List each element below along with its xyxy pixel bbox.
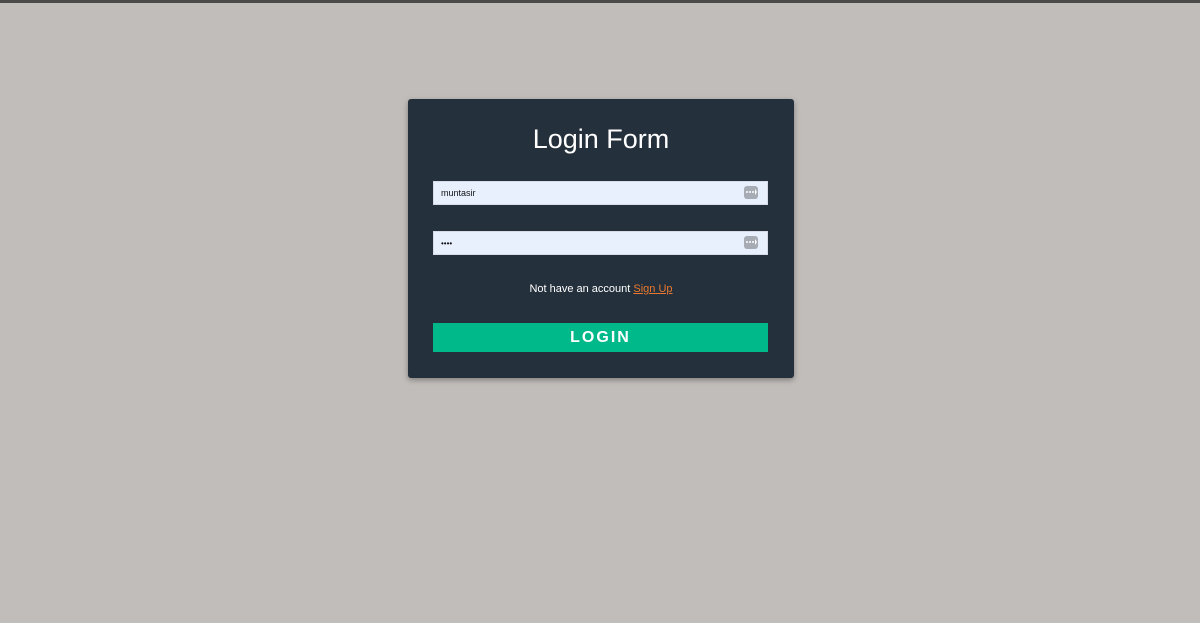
login-card: Login Form Not have an account Sign Up L… — [408, 99, 794, 378]
username-field[interactable] — [433, 181, 768, 205]
browser-top-edge — [0, 0, 1200, 3]
signup-prompt: Not have an account Sign Up — [408, 282, 794, 296]
signup-prompt-text: Not have an account — [529, 283, 631, 295]
form-title: Login Form — [532, 124, 670, 154]
password-field[interactable] — [433, 231, 768, 255]
username-input[interactable] — [434, 182, 739, 204]
password-input[interactable] — [434, 232, 739, 254]
signup-link[interactable]: Sign Up — [633, 283, 672, 295]
password-manager-key-icon[interactable] — [744, 236, 758, 249]
password-manager-key-icon[interactable] — [744, 186, 758, 199]
login-button[interactable]: LOGIN — [433, 323, 768, 352]
